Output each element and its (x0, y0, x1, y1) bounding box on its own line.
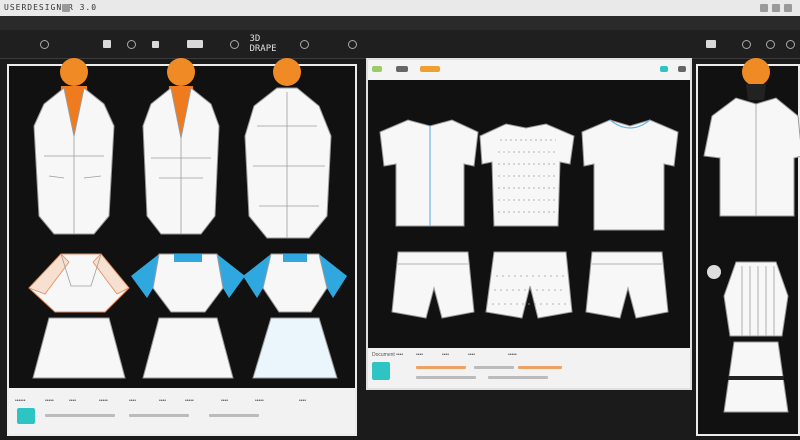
footer-item[interactable]: ••••• (185, 398, 194, 404)
menu-bar (0, 16, 800, 31)
jacket-front-view[interactable] (33, 58, 115, 235)
striped-dress[interactable] (707, 261, 789, 413)
center-panel-footer: Document •••• •••• •••• •••• ••••• (368, 348, 690, 388)
shorts-blue[interactable] (585, 251, 669, 319)
footer-item[interactable]: •••• (221, 398, 228, 404)
footer-item[interactable]: ••••• (45, 398, 54, 404)
right-viewport-panel[interactable] (696, 58, 800, 436)
footer-item[interactable]: •••••• (15, 398, 26, 404)
footer-item[interactable]: •••• (468, 352, 475, 358)
user-icon[interactable] (704, 38, 718, 50)
shorts-patterned[interactable] (485, 251, 573, 319)
title-bar: USERDESIGNER 3.0 (0, 0, 800, 16)
zoom-icon[interactable] (346, 38, 358, 50)
tool-chip[interactable] (420, 66, 440, 72)
document-label: Document •••• (372, 352, 404, 358)
scale-tool-icon[interactable] (148, 38, 162, 50)
footer-item[interactable]: ••••• (255, 398, 264, 404)
select-tool-icon[interactable] (186, 38, 204, 50)
view-mode-label[interactable]: 3D DRAPE (249, 34, 276, 54)
garment-canvas-left (28, 58, 347, 379)
layers-icon[interactable] (228, 38, 240, 50)
maximize-window-button[interactable] (772, 4, 780, 12)
view-chip[interactable] (678, 66, 686, 72)
rotate-tool-icon[interactable] (124, 38, 138, 50)
toolbar: 3D DRAPE (0, 30, 800, 59)
status-chip[interactable] (372, 66, 382, 72)
jacket-side-view[interactable] (244, 58, 332, 239)
close-window-button[interactable] (784, 4, 792, 12)
settings-icon[interactable] (38, 38, 50, 50)
shirt-on-mannequin[interactable] (703, 58, 800, 217)
center-viewport-panel[interactable]: Document •••• •••• •••• •••• ••••• (366, 58, 692, 390)
slider-track[interactable] (45, 414, 115, 417)
left-panel-footer: •••••• ••••• •••• ••••• •••• •••• ••••• … (9, 388, 355, 434)
shorts-plain[interactable] (391, 251, 475, 319)
apply-button[interactable] (17, 408, 35, 424)
slider-track[interactable] (488, 376, 548, 379)
left-viewport-panel[interactable]: •••••• ••••• •••• ••••• •••• •••• ••••• … (7, 58, 357, 436)
jacket-back-view[interactable] (142, 58, 220, 235)
dress-pattern-3[interactable] (243, 253, 347, 379)
share-icon[interactable] (784, 38, 796, 50)
minimize-window-button[interactable] (760, 4, 768, 12)
footer-item[interactable]: •••• (69, 398, 76, 404)
slider-track[interactable] (209, 414, 259, 417)
slider-track[interactable] (518, 366, 562, 369)
dress-pattern-2[interactable] (131, 253, 245, 379)
tshirt-blue-collar[interactable] (581, 119, 679, 231)
window-title: USERDESIGNER 3.0 (4, 3, 98, 12)
footer-item[interactable]: •••• (416, 352, 423, 358)
tshirt-patterned[interactable] (479, 123, 575, 227)
tool-chip[interactable] (396, 66, 408, 72)
tshirt-plain[interactable] (379, 119, 479, 227)
dress-pattern-1[interactable] (28, 253, 130, 379)
footer-item[interactable]: ••••• (99, 398, 108, 404)
garment-canvas-right (703, 58, 800, 413)
footer-item[interactable]: ••••• (508, 352, 517, 358)
footer-item[interactable]: •••• (442, 352, 449, 358)
slider-track[interactable] (474, 366, 514, 369)
view-chip[interactable] (660, 66, 668, 72)
slider-track[interactable] (129, 414, 189, 417)
render-button[interactable] (372, 362, 390, 380)
slider-track[interactable] (416, 366, 466, 369)
move-tool-icon[interactable] (100, 38, 114, 50)
footer-item[interactable]: •••• (159, 398, 166, 404)
footer-item[interactable]: •••• (299, 398, 306, 404)
search-icon[interactable] (740, 38, 752, 50)
slider-track[interactable] (416, 376, 476, 379)
footer-item[interactable]: •••• (129, 398, 136, 404)
minimize-icon[interactable] (62, 4, 70, 12)
garment-canvas-center (379, 119, 679, 319)
grid-icon[interactable] (298, 38, 310, 50)
menu-icon[interactable] (764, 38, 776, 50)
center-panel-header (368, 60, 690, 80)
